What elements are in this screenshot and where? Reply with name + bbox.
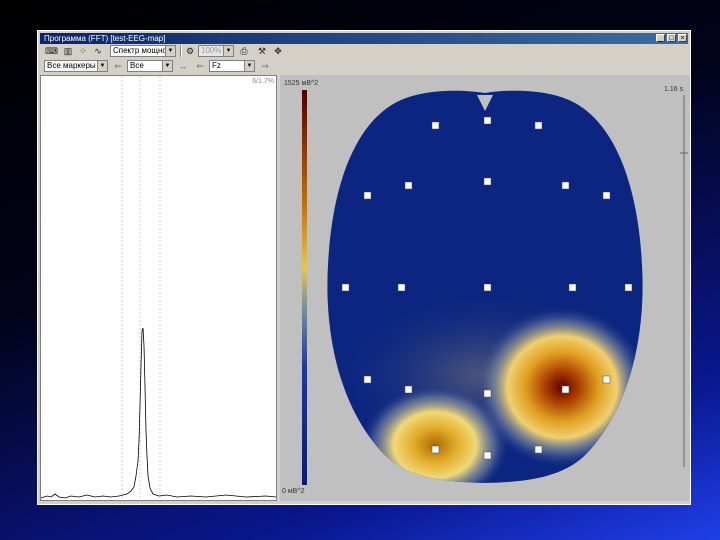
zoom-select-value: 100% — [201, 46, 222, 55]
electrode[interactable] — [404, 385, 413, 394]
electrode[interactable] — [363, 191, 372, 200]
arrow-left-icon[interactable]: ⇐ — [112, 60, 124, 72]
band-select[interactable]: Fz ▼ — [209, 60, 255, 72]
band-select-value: Fz — [212, 61, 221, 70]
toolbar-main: ⌨ ▥ ⁘ ∿ Спектр мощнос ▼ ⚙ 100% ▼ ⎙ ⚒ ✥ — [40, 44, 688, 59]
mode-select-value: Спектр мощнос — [113, 46, 171, 55]
toolbar-filters: Все маркеры ▼ ⇐ Все ▼ ↔ ⇐ Fz ▼ ⇒ — [40, 59, 688, 74]
chevron-down-icon: ▼ — [165, 46, 175, 56]
chevron-down-icon: ▼ — [162, 61, 172, 71]
spectrum-trace-plot — [41, 76, 276, 500]
chart-line-icon[interactable]: ∿ — [92, 45, 104, 57]
electrode[interactable] — [602, 191, 611, 200]
electrode[interactable] — [404, 181, 413, 190]
topographic-map-panel[interactable]: 1525 мВ^2 0 мВ^2 1.16 s — [280, 75, 690, 501]
scale-max-label: 1525 мВ^2 — [284, 80, 318, 87]
print-icon[interactable]: ⎙ — [238, 45, 250, 57]
keyboard-icon[interactable]: ⌨ — [45, 45, 58, 57]
close-button[interactable]: × — [678, 34, 687, 42]
spectrum-trace-line — [41, 327, 276, 499]
title-bar: Программа (FFT) [test-EEG-map] _ □ × — [40, 33, 688, 44]
chevron-down-icon: ▼ — [97, 61, 107, 71]
chevron-down-icon: ▼ — [244, 61, 254, 71]
mode-select[interactable]: Спектр мощнос ▼ — [110, 45, 176, 57]
electrode[interactable] — [483, 116, 492, 125]
map-icon[interactable]: ✥ — [272, 45, 284, 57]
minimize-button[interactable]: _ — [656, 34, 665, 42]
chart-bars-icon[interactable]: ▥ — [62, 45, 74, 57]
ruler-top-label: 1.16 s — [664, 86, 684, 93]
electrode[interactable] — [397, 283, 406, 292]
chevron-down-icon: ▼ — [223, 46, 233, 56]
arrow-left-icon[interactable]: ⇐ — [194, 60, 206, 72]
electrode[interactable] — [431, 121, 440, 130]
arrow-right-icon[interactable]: ⇒ — [259, 60, 271, 72]
tools-icon[interactable]: ⚒ — [256, 45, 268, 57]
electrode[interactable] — [341, 283, 350, 292]
electrode[interactable] — [483, 389, 492, 398]
settings-icon[interactable]: ⚙ — [184, 45, 196, 57]
maximize-button[interactable]: □ — [667, 34, 676, 42]
electrode[interactable] — [483, 451, 492, 460]
electrode[interactable] — [363, 375, 372, 384]
electrode[interactable] — [534, 121, 543, 130]
toolbar-separator — [180, 45, 182, 57]
channel-select[interactable]: Все ▼ — [127, 60, 173, 72]
window-title: Программа (FFT) [test-EEG-map] — [44, 34, 166, 43]
zoom-select[interactable]: 100% ▼ — [198, 45, 234, 57]
topomap-svg: 1525 мВ^2 0 мВ^2 1.16 s — [282, 80, 688, 495]
electrode[interactable] — [602, 375, 611, 384]
electrode[interactable] — [624, 283, 633, 292]
electrode[interactable] — [483, 283, 492, 292]
electrode[interactable] — [483, 177, 492, 186]
electrode[interactable] — [568, 283, 577, 292]
color-scale-bar — [302, 90, 307, 485]
markers-select-value: Все маркеры — [47, 61, 96, 70]
electrode[interactable] — [561, 385, 570, 394]
scale-min-label: 0 мВ^2 — [282, 488, 305, 495]
electrode[interactable] — [534, 445, 543, 454]
electrode[interactable] — [431, 445, 440, 454]
arrows-horizontal-icon[interactable]: ↔ — [177, 60, 189, 72]
electrode[interactable] — [561, 181, 570, 190]
markers-select[interactable]: Все маркеры ▼ — [44, 60, 108, 72]
channel-select-value: Все — [130, 61, 144, 70]
spectrum-trace-panel[interactable]: 6/1.7% — [40, 75, 277, 501]
chart-scatter-icon[interactable]: ⁘ — [77, 45, 89, 57]
